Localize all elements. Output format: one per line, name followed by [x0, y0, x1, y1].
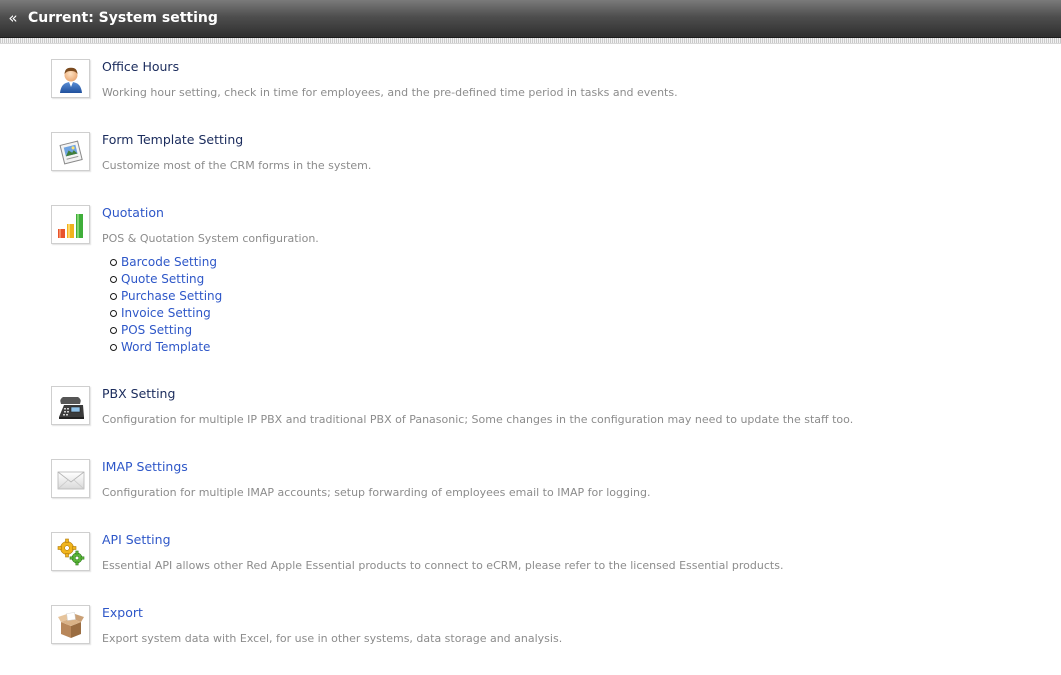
section-description: Export system data with Excel, for use i… [102, 632, 563, 645]
subitem-link[interactable]: Invoice Setting [121, 306, 211, 320]
header-divider [0, 38, 1061, 44]
list-item: Barcode Setting [110, 254, 222, 271]
section-description: Customize most of the CRM forms in the s… [102, 159, 372, 172]
section-title[interactable]: Office Hours [102, 59, 179, 75]
bullet-icon [110, 310, 117, 317]
section-title[interactable]: PBX Setting [102, 386, 175, 402]
section-description: Configuration for multiple IP PBX and tr… [102, 413, 854, 426]
section-icon-box[interactable] [51, 605, 90, 644]
list-item: POS Setting [110, 322, 222, 339]
section-icon-box[interactable] [51, 386, 90, 425]
section-description: POS & Quotation System configuration. [102, 232, 319, 245]
bullet-icon [110, 293, 117, 300]
form-template-icon [59, 140, 83, 165]
page-title: Current: System setting [28, 10, 218, 26]
section-title[interactable]: API Setting [102, 532, 171, 548]
list-item: Purchase Setting [110, 288, 222, 305]
bullet-icon [110, 259, 117, 266]
subitem-link[interactable]: Quote Setting [121, 272, 204, 286]
section-description: Configuration for multiple IMAP accounts… [102, 486, 651, 499]
section-title[interactable]: Form Template Setting [102, 132, 243, 148]
double-chevron-left-icon[interactable]: « [5, 9, 21, 27]
section-description: Essential API allows other Red Apple Ess… [102, 559, 784, 572]
subitem-link[interactable]: Barcode Setting [121, 255, 217, 269]
section-title[interactable]: Export [102, 605, 143, 621]
section-title[interactable]: Quotation [102, 205, 164, 221]
subitem-link[interactable]: Purchase Setting [121, 289, 222, 303]
bar-chart-icon [58, 214, 83, 238]
bullet-icon [110, 344, 117, 351]
section-description: Working hour setting, check in time for … [102, 86, 678, 99]
section-icon-box[interactable] [51, 532, 90, 571]
section-icon-box[interactable] [51, 205, 90, 244]
section-icon-box[interactable] [51, 59, 90, 98]
section-icon-box[interactable] [51, 459, 90, 498]
section-icon-box[interactable] [51, 132, 90, 171]
subitem-link[interactable]: POS Setting [121, 323, 192, 337]
envelope-icon [57, 471, 85, 490]
subitem-link[interactable]: Word Template [121, 340, 210, 354]
quotation-sublist: Barcode Setting Quote Setting Purchase S… [110, 254, 222, 356]
person-icon [60, 67, 82, 93]
bullet-icon [110, 327, 117, 334]
list-item: Word Template [110, 339, 222, 356]
gears-icon [57, 538, 85, 566]
list-item: Quote Setting [110, 271, 222, 288]
bullet-icon [110, 276, 117, 283]
section-title[interactable]: IMAP Settings [102, 459, 188, 475]
list-item: Invoice Setting [110, 305, 222, 322]
page-header: « Current: System setting [0, 0, 1061, 38]
box-icon [58, 612, 84, 638]
phone-icon [59, 397, 84, 419]
